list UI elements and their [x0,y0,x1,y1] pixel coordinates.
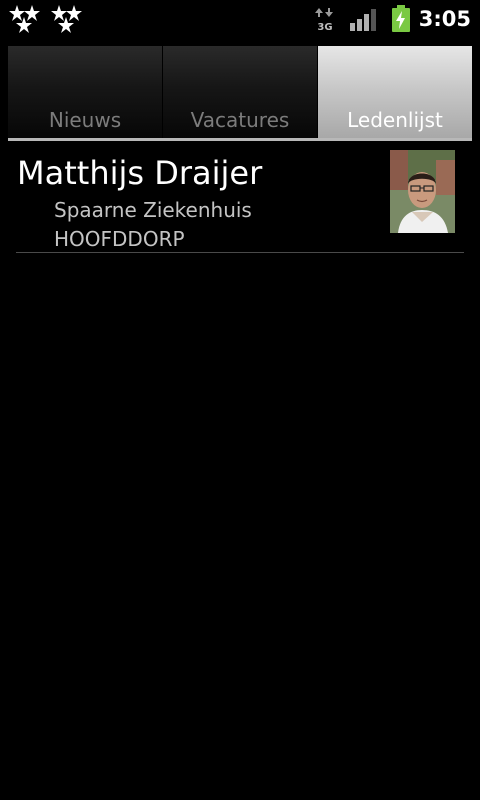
member-organization: Spaarne Ziekenhuis [54,198,252,222]
tab-underline-divider [8,138,472,141]
signal-strength-icon [350,9,376,31]
member-photo [390,150,455,233]
stars-notification-icon [9,5,40,33]
member-name: Matthijs Draijer [17,154,263,192]
status-bar: 3G 3:05 [0,0,480,38]
tab-ledenlijst[interactable]: Ledenlijst [317,46,472,138]
status-clock: 3:05 [418,7,471,31]
list-item[interactable]: Matthijs Draijer Spaarne Ziekenhuis HOOF… [16,144,464,253]
member-city: HOOFDDORP [54,227,185,251]
member-list: Matthijs Draijer Spaarne Ziekenhuis HOOF… [16,144,464,253]
tab-label: Vacatures [190,108,290,132]
tab-bar: Nieuws Vacatures Ledenlijst [8,46,472,138]
network-type-label: 3G [317,22,332,31]
data-transfer-icon: 3G [315,8,333,31]
tab-label: Nieuws [48,108,122,132]
battery-charging-icon [392,5,410,32]
tab-nieuws[interactable]: Nieuws [8,46,162,138]
stars-notification-icon [51,5,82,33]
tab-vacatures[interactable]: Vacatures [162,46,317,138]
tab-label: Ledenlijst [347,108,443,132]
